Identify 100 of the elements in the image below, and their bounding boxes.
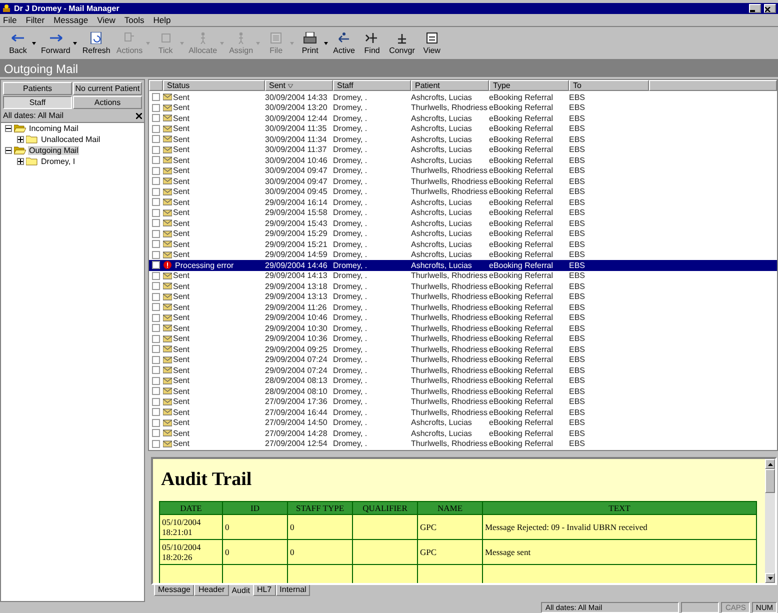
tab[interactable]: Staff xyxy=(3,96,72,109)
mail-row[interactable]: Sent 29/09/2004 10:36 Dromey, . Thurlwells, Rhodriess eBooking Referral EBS xyxy=(149,334,777,344)
mail-row[interactable]: Sent 27/09/2004 17:36 Dromey, . Thurlwells, Rhodriess eBooking Referral EBS xyxy=(149,396,777,407)
checkbox[interactable] xyxy=(152,345,160,354)
mail-row[interactable]: Sent 29/09/2004 07:24 Dromey, . Thurlwells, Rhodriess eBooking Referral EBS xyxy=(149,354,777,365)
mail-row[interactable]: Sent 29/09/2004 09:25 Dromey, . Thurlwells, Rhodriess eBooking Referral EBS xyxy=(149,344,777,354)
mail-row[interactable]: Sent 29/09/2004 14:13 Dromey, . Thurlwells, Rhodriess eBooking Referral EBS xyxy=(149,270,777,281)
mail-row[interactable]: Sent 30/09/2004 14:33 Dromey, . Ashcrofts, Lucias eBooking Referral EBS xyxy=(149,92,777,102)
menu-item[interactable]: Message xyxy=(52,15,90,25)
checkbox[interactable] xyxy=(152,303,160,312)
checkbox[interactable] xyxy=(152,282,160,290)
toolbar-button[interactable]: View xyxy=(418,30,446,56)
column-header[interactable]: Status xyxy=(163,80,265,91)
mail-row[interactable]: Sent 29/09/2004 10:30 Dromey, . Thurlwells, Rhodriess eBooking Referral EBS xyxy=(149,323,777,334)
mail-row[interactable]: Sent 30/09/2004 09:45 Dromey, . Thurlwells, Rhodriess eBooking Referral EBS xyxy=(149,186,777,197)
tab[interactable]: Actions xyxy=(73,96,142,109)
checkbox[interactable] xyxy=(152,156,160,164)
menu-item[interactable]: Filter xyxy=(24,15,46,25)
checkbox[interactable] xyxy=(152,124,160,133)
close-button[interactable] xyxy=(764,4,776,13)
mail-row[interactable]: Sent 30/09/2004 13:20 Dromey, . Thurlwells, Rhodriess eBooking Referral EBS xyxy=(149,102,777,113)
mail-row[interactable]: Sent 30/09/2004 09:47 Dromey, . Thurlwells, Rhodriess eBooking Referral EBS xyxy=(149,176,777,186)
mail-row[interactable]: Sent 30/09/2004 09:47 Dromey, . Thurlwells, Rhodriess eBooking Referral EBS xyxy=(149,166,777,176)
checkbox[interactable] xyxy=(152,387,160,396)
checkbox[interactable] xyxy=(152,250,160,259)
mail-row[interactable]: Sent 29/09/2004 15:21 Dromey, . Ashcrofts, Lucias eBooking Referral EBS xyxy=(149,239,777,250)
checkbox[interactable] xyxy=(152,429,160,438)
toolbar-button[interactable]: Find xyxy=(358,30,386,56)
checkbox[interactable] xyxy=(152,166,160,175)
column-header[interactable]: Type xyxy=(489,80,569,91)
checkbox[interactable] xyxy=(152,198,160,206)
mail-row[interactable]: Sent 29/09/2004 13:13 Dromey, . Thurlwells, Rhodriess eBooking Referral EBS xyxy=(149,292,777,302)
mail-row[interactable]: Sent 29/09/2004 07:24 Dromey, . Thurlwells, Rhodriess eBooking Referral EBS xyxy=(149,365,777,376)
mail-row[interactable]: Sent 30/09/2004 12:44 Dromey, . Ashcrofts, Lucias eBooking Referral EBS xyxy=(149,113,777,124)
tab[interactable]: HL7 xyxy=(252,585,276,596)
checkbox[interactable] xyxy=(152,240,160,248)
tree-item[interactable]: Outgoing Mail xyxy=(28,146,80,155)
mail-row[interactable]: Sent 29/09/2004 15:43 Dromey, . Ashcrofts, Lucias eBooking Referral EBS xyxy=(149,218,777,228)
mail-row[interactable]: Sent 29/09/2004 15:58 Dromey, . Ashcrofts, Lucias eBooking Referral EBS xyxy=(149,208,777,218)
mail-row[interactable]: Processing error 29/09/2004 14:46 Dromey, . Ashcrofts, Lucias eBooking Referral EBS xyxy=(149,260,777,270)
toolbar-button[interactable]: Back xyxy=(4,30,38,56)
checkbox[interactable] xyxy=(152,114,160,122)
toolbar-button[interactable]: Refresh xyxy=(79,30,114,56)
mail-row[interactable]: Sent 29/09/2004 15:29 Dromey, . Ashcrofts, Lucias eBooking Referral EBS xyxy=(149,228,777,239)
column-header[interactable]: Sent xyxy=(265,80,333,91)
checkbox[interactable] xyxy=(152,334,160,343)
toolbar-button[interactable]: Active xyxy=(330,30,358,56)
checkbox[interactable] xyxy=(152,261,160,270)
mail-row[interactable]: Sent 29/09/2004 13:18 Dromey, . Thurlwells, Rhodriess eBooking Referral EBS xyxy=(149,281,777,292)
toolbar-button[interactable]: Convgr xyxy=(386,30,418,56)
checkbox[interactable] xyxy=(152,272,160,280)
checkbox[interactable] xyxy=(152,366,160,374)
checkbox[interactable] xyxy=(152,408,160,416)
tree-item[interactable]: Incoming Mail xyxy=(28,124,80,133)
tab[interactable]: Patients xyxy=(3,82,72,95)
column-header[interactable] xyxy=(149,80,163,91)
mail-row[interactable]: Sent 28/09/2004 08:13 Dromey, . Thurlwells, Rhodriess eBooking Referral EBS xyxy=(149,376,777,386)
mail-row[interactable]: Sent 30/09/2004 11:35 Dromey, . Ashcrofts, Lucias eBooking Referral EBS xyxy=(149,124,777,134)
column-header[interactable]: To xyxy=(569,80,649,91)
mail-row[interactable]: Sent 27/09/2004 12:54 Dromey, . Thurlwells, Rhodriess eBooking Referral EBS xyxy=(149,438,777,449)
scroll-thumb[interactable] xyxy=(765,469,775,493)
menu-item[interactable]: File xyxy=(2,15,18,25)
mail-row[interactable]: Sent 27/09/2004 14:28 Dromey, . Ashcrofts, Lucias eBooking Referral EBS xyxy=(149,428,777,438)
mail-row[interactable]: Sent 30/09/2004 11:34 Dromey, . Ashcrofts, Lucias eBooking Referral EBS xyxy=(149,134,777,144)
expander-toggle[interactable] xyxy=(5,147,12,154)
checkbox[interactable] xyxy=(152,292,160,301)
checkbox[interactable] xyxy=(152,135,160,144)
checkbox[interactable] xyxy=(152,398,160,406)
mail-row[interactable]: Sent 29/09/2004 10:46 Dromey, . Thurlwells, Rhodriess eBooking Referral EBS xyxy=(149,312,777,323)
scrollbar[interactable] xyxy=(765,459,775,583)
expander-toggle[interactable] xyxy=(17,158,24,165)
tab[interactable]: Header xyxy=(194,585,229,596)
toolbar-button[interactable]: Forward xyxy=(38,30,80,56)
column-header[interactable]: Patient xyxy=(411,80,489,91)
minimize-button[interactable] xyxy=(749,4,761,13)
menu-item[interactable]: Help xyxy=(152,15,172,25)
mail-row[interactable]: Sent 27/09/2004 16:44 Dromey, . Thurlwells, Rhodriess eBooking Referral EBS xyxy=(149,407,777,418)
checkbox[interactable] xyxy=(152,230,160,238)
tab[interactable]: Audit xyxy=(228,585,253,596)
checkbox[interactable] xyxy=(152,324,160,332)
checkbox[interactable] xyxy=(152,146,160,154)
mail-row[interactable]: Sent 29/09/2004 16:14 Dromey, . Ashcrofts, Lucias eBooking Referral EBS xyxy=(149,197,777,208)
expander-toggle[interactable] xyxy=(17,136,24,143)
checkbox[interactable] xyxy=(152,314,160,322)
tab[interactable]: Message xyxy=(154,585,194,596)
checkbox[interactable] xyxy=(152,104,160,112)
column-header[interactable]: Staff xyxy=(333,80,411,91)
menu-item[interactable]: Tools xyxy=(123,15,146,25)
menu-item[interactable]: View xyxy=(96,15,116,25)
mail-row[interactable]: Sent 29/09/2004 14:59 Dromey, . Ashcrofts, Lucias eBooking Referral EBS xyxy=(149,250,777,260)
tree-item[interactable]: Dromey, I xyxy=(40,157,76,166)
mail-row[interactable]: Sent 27/09/2004 14:50 Dromey, . Ashcrofts, Lucias eBooking Referral EBS xyxy=(149,418,777,428)
mail-row[interactable]: Sent 28/09/2004 08:10 Dromey, . Thurlwells, Rhodriess eBooking Referral EBS xyxy=(149,386,777,396)
checkbox[interactable] xyxy=(152,418,160,427)
checkbox[interactable] xyxy=(152,356,160,364)
mail-row[interactable]: Sent 29/09/2004 11:26 Dromey, . Thurlwells, Rhodriess eBooking Referral EBS xyxy=(149,302,777,312)
checkbox[interactable] xyxy=(152,376,160,385)
checkbox[interactable] xyxy=(152,440,160,448)
checkbox[interactable] xyxy=(152,177,160,186)
mail-row[interactable]: Sent 30/09/2004 11:37 Dromey, . Ashcrofts, Lucias eBooking Referral EBS xyxy=(149,144,777,155)
